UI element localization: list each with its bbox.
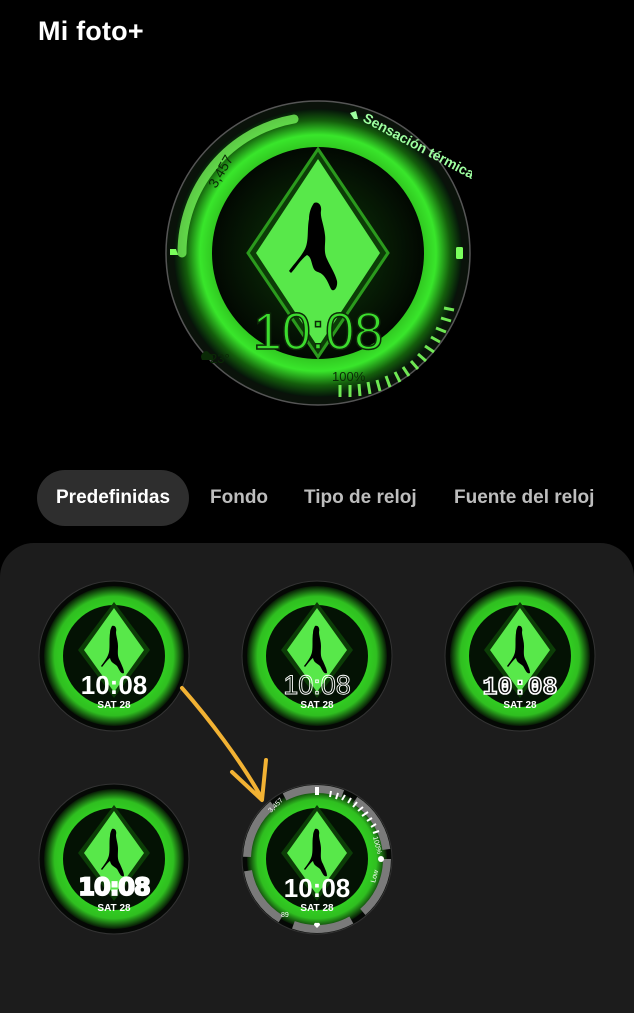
preset-watch-face-5-selected[interactable]: 3,457 100% Low 89 10:08 SAT 28 [241, 783, 393, 935]
preset-watch-face-3[interactable]: 10:08 SAT 28 [444, 580, 596, 732]
preset-watch-face-1[interactable]: 10:08 SAT 28 [38, 580, 190, 732]
page-title: Mi foto+ [38, 16, 144, 46]
battery-icon [456, 247, 463, 259]
preset-date: SAT 28 [97, 903, 131, 914]
preset-date: SAT 28 [503, 700, 537, 711]
tab-tipo-de-reloj[interactable]: Tipo de reloj [304, 470, 417, 526]
preset-time: 10:08 [283, 670, 351, 700]
preset-time: 10:08 [482, 673, 557, 702]
preset-date: SAT 28 [300, 700, 334, 711]
tab-fuente-del-reloj[interactable]: Fuente del reloj [454, 470, 594, 526]
watch-face-preview: 10:08 3,457 Sensación térmica 27° 23° 10… [165, 100, 472, 406]
tab-fondo[interactable]: Fondo [210, 470, 268, 526]
watch-time: 10:08 [253, 303, 383, 361]
preset-time: 10:08 [284, 873, 351, 903]
preset-watch-face-4[interactable]: 10:08 SAT 28 [38, 783, 190, 935]
settings-dot-icon [378, 856, 384, 862]
battery-percentage: 100% [332, 369, 366, 384]
top-marker [315, 787, 319, 795]
preset-date: SAT 28 [97, 700, 131, 711]
preset-time: 10:08 [78, 873, 150, 901]
preset-watch-face-2[interactable]: 10:08 SAT 28 [241, 580, 393, 732]
preset-date: SAT 28 [300, 903, 334, 914]
category-tabs: Predefinidas Fondo Tipo de reloj Fuente … [0, 470, 634, 528]
preset-time: 10:08 [81, 670, 148, 700]
complication-heart-rate: 89 [281, 912, 289, 919]
tab-predefinidas[interactable]: Predefinidas [37, 470, 190, 526]
